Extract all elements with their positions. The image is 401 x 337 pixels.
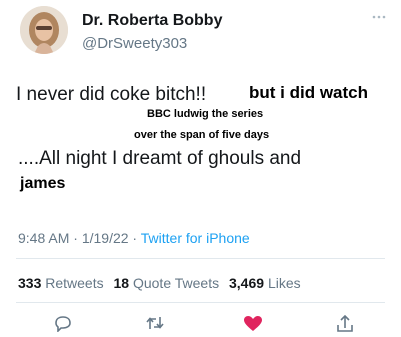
- tweet-time[interactable]: 9:48 AM: [18, 230, 69, 246]
- share-icon: [337, 314, 353, 332]
- tweet-text-line-2: ....All night I dreamt of ghouls and: [18, 148, 302, 169]
- reply-button[interactable]: [52, 314, 74, 333]
- likes-label: Likes: [267, 275, 301, 291]
- more-dots-icon[interactable]: [371, 14, 387, 20]
- likes-stat[interactable]: 3,469 Likes: [229, 275, 301, 291]
- retweet-icon: [146, 317, 164, 329]
- retweets-count: 333: [18, 275, 42, 291]
- tweet-date[interactable]: 1/19/22: [82, 230, 129, 246]
- divider: [16, 302, 385, 303]
- overlay-caption-2: BBC ludwig the series: [147, 108, 264, 120]
- quote-tweets-stat[interactable]: 18 Quote Tweets: [114, 275, 220, 291]
- overlay-caption-3: over the span of five days: [134, 129, 270, 141]
- user-handle[interactable]: @DrSweety303: [82, 35, 187, 52]
- quote-tweets-count: 18: [113, 275, 130, 291]
- share-button[interactable]: [334, 314, 356, 332]
- likes-count: 3,469: [229, 275, 265, 291]
- display-name[interactable]: Dr. Roberta Bobby: [82, 12, 222, 30]
- tweet-card: Dr. Roberta Bobby @DrSweety303 I never d…: [0, 0, 401, 333]
- like-button[interactable]: [242, 314, 264, 332]
- divider: [16, 258, 385, 259]
- tweet-text-line-1: I never did coke bitch!!: [16, 84, 207, 105]
- retweet-button[interactable]: [144, 314, 166, 332]
- overlay-caption-1: but i did watch: [249, 83, 368, 102]
- meta-separator: ·: [69, 230, 82, 246]
- avatar[interactable]: [20, 6, 68, 54]
- overlay-caption-4: james: [20, 175, 66, 192]
- retweets-label: Retweets: [45, 275, 104, 291]
- avatar-image: [20, 6, 68, 54]
- reply-icon: [55, 316, 71, 333]
- retweets-stat[interactable]: 333 Retweets: [18, 275, 104, 291]
- meta-separator: ·: [128, 230, 141, 246]
- tweet-source-link[interactable]: Twitter for iPhone: [141, 230, 250, 246]
- engagement-stats: 333 Retweets 18 Quote Tweets 3,469 Likes: [18, 275, 301, 291]
- heart-icon: [244, 316, 262, 331]
- tweet-meta: 9:48 AM · 1/19/22 · Twitter for iPhone: [18, 230, 250, 246]
- quote-tweets-label: Quote Tweets: [132, 275, 220, 291]
